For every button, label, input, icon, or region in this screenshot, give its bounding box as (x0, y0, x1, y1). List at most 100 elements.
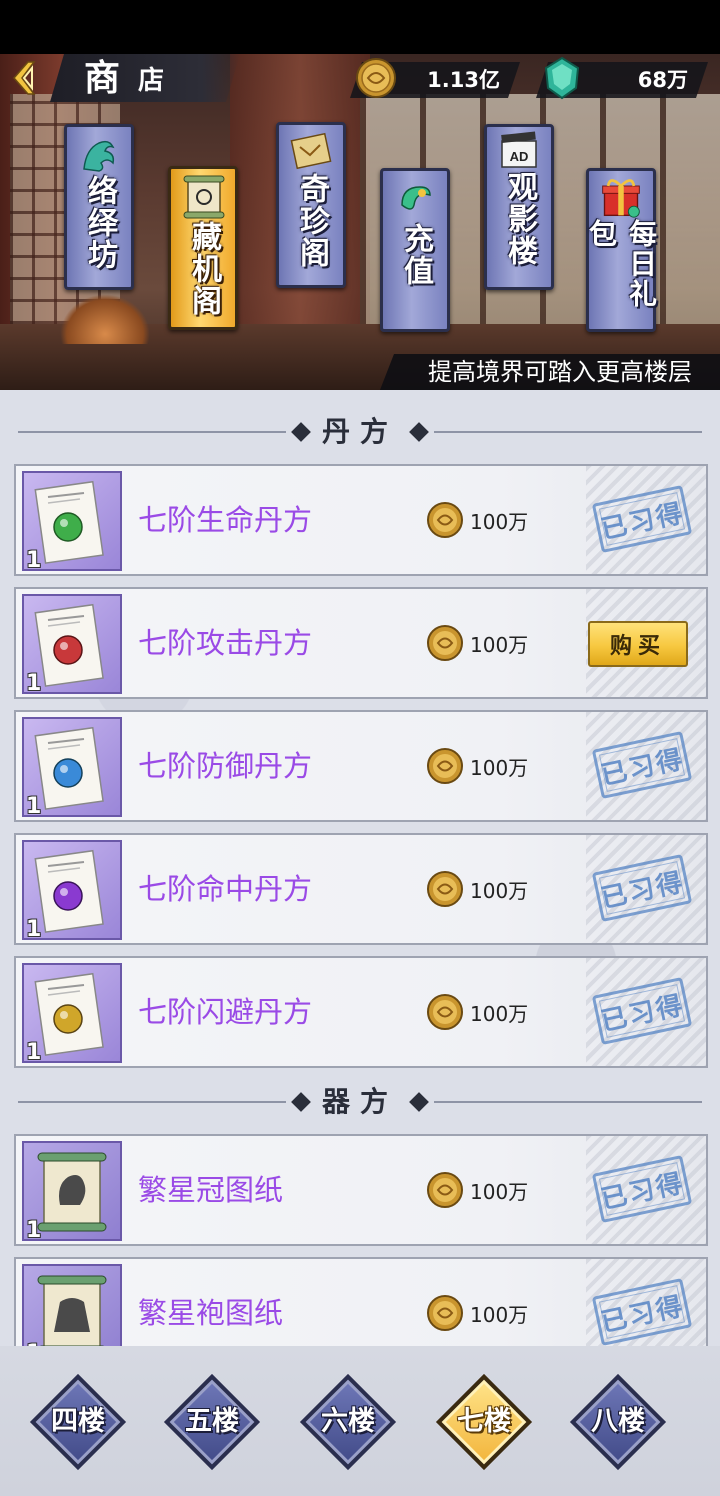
floor-label: 七楼 (457, 1406, 511, 1437)
shop-item-row[interactable]: 1 七阶闪避丹方 100万 已习得 (14, 956, 708, 1068)
gem-balance-value: 68万 (637, 68, 688, 92)
page-title: 商 店 (84, 60, 164, 98)
gold-coin-icon (427, 871, 463, 907)
shop-item-row[interactable]: 1 繁星袍图纸 100万 已习得 (14, 1257, 708, 1346)
floor-label: 八楼 (591, 1406, 645, 1437)
shop-item-row[interactable]: 1 七阶命中丹方 100万 已习得 (14, 833, 708, 945)
shop-tab-guanyinglou[interactable]: AD 观影楼 (484, 124, 554, 290)
shop-item-row[interactable]: 1 七阶防御丹方 100万 已习得 (14, 710, 708, 822)
shop-tab-recharge[interactable]: 充值 (380, 168, 450, 332)
shop-tab-label: 观影楼 (502, 171, 537, 267)
item-name: 繁星袍图纸 (138, 1296, 284, 1330)
section-header-danfang: 丹方 (18, 412, 702, 452)
floor-button-8[interactable]: 八楼 (569, 1373, 667, 1471)
floor-label: 五楼 (185, 1406, 239, 1437)
shop-item-row[interactable]: 1 七阶攻击丹方 100万 购买 (14, 587, 708, 699)
item-price: 100万 (426, 589, 528, 697)
learned-stamp: 已习得 (591, 1277, 693, 1346)
shop-item-list[interactable]: 丹方 1 七阶生命丹方 100万 已习得 1 七阶攻击丹方 100万 购买 1 … (0, 390, 720, 1346)
gold-coin-icon (356, 58, 396, 98)
floor-label: 四楼 (51, 1406, 105, 1437)
item-price-value: 100万 (470, 509, 529, 534)
item-name: 繁星冠图纸 (138, 1173, 284, 1207)
shop-item-row[interactable]: 1 繁星冠图纸 100万 已习得 (14, 1134, 708, 1246)
item-name: 七阶命中丹方 (138, 872, 313, 906)
item-quantity: 1 (26, 1040, 42, 1065)
svg-text:AD: AD (510, 149, 529, 164)
gold-coin-icon (427, 502, 463, 538)
item-price-value: 100万 (470, 1302, 529, 1327)
status-bar (0, 0, 720, 54)
gift-box-icon (602, 179, 640, 218)
floor-nav: 四楼 五楼 六楼 七楼 八楼 (0, 1346, 720, 1496)
item-price-value: 100万 (470, 1001, 529, 1026)
item-price: 100万 (426, 1136, 528, 1244)
gold-coin-icon (427, 625, 463, 661)
item-icon-frame: 1 (22, 1141, 122, 1243)
gold-coin-icon (427, 748, 463, 784)
item-quantity: 1 (26, 794, 42, 819)
item-name: 七阶生命丹方 (138, 503, 313, 537)
item-price: 100万 (426, 712, 528, 820)
learned-stamp: 已习得 (591, 1154, 693, 1224)
item-price-value: 100万 (470, 878, 529, 903)
shop-tab-label: 络绎坊 (82, 175, 117, 271)
gold-coin-icon (427, 1295, 463, 1331)
jade-gem-icon (544, 56, 580, 100)
scroll-icon (183, 175, 225, 219)
item-icon-frame: 1 (22, 717, 122, 819)
item-quantity: 1 (26, 917, 42, 942)
floor-hint-text: 提高境界可踏入更高楼层 (428, 358, 692, 386)
floor-button-4[interactable]: 四楼 (29, 1373, 127, 1471)
item-quantity: 1 (26, 1341, 41, 1346)
gold-coin-icon (427, 1172, 463, 1208)
page-title-char-1: 商 (84, 58, 121, 99)
item-price-value: 100万 (470, 632, 529, 657)
item-price-value: 100万 (470, 1179, 529, 1204)
floor-button-6[interactable]: 六楼 (299, 1373, 397, 1471)
item-icon-frame: 1 (22, 594, 122, 696)
shop-tab-daily-gift[interactable]: 每日礼包 (585, 168, 658, 332)
item-quantity: 1 (26, 548, 42, 573)
item-price: 100万 (426, 958, 528, 1066)
buy-button[interactable]: 购买 (588, 621, 688, 667)
item-name: 七阶防御丹方 (138, 749, 313, 783)
shop-tab-luoyifang[interactable]: 络绎坊 (64, 124, 134, 290)
shop-tab-label: 奇珍阁 (294, 173, 329, 269)
item-icon-frame: 1 (22, 840, 122, 942)
learned-stamp: 已习得 (591, 484, 693, 554)
blueprint-scroll-icon (37, 1275, 107, 1346)
shop-tab-zangjige[interactable]: 藏机阁 (168, 166, 238, 330)
item-name: 七阶闪避丹方 (138, 995, 313, 1029)
learned-stamp: 已习得 (591, 853, 693, 923)
item-icon-frame: 1 (22, 963, 122, 1065)
jade-pendant-icon (401, 186, 431, 210)
jade-dragon-icon (83, 140, 115, 172)
shop-tab-label: 藏机阁 (186, 221, 221, 317)
item-quantity: 1 (26, 1218, 42, 1243)
page-title-char-2: 店 (138, 66, 165, 96)
item-price: 100万 (426, 835, 528, 943)
shop-item-row[interactable]: 1 七阶生命丹方 100万 已习得 (14, 464, 708, 576)
floor-button-5[interactable]: 五楼 (163, 1373, 261, 1471)
item-price-value: 100万 (470, 755, 529, 780)
item-name: 七阶攻击丹方 (138, 626, 313, 660)
item-icon-frame: 1 (22, 1264, 122, 1346)
item-icon-frame: 1 (22, 471, 122, 573)
treasure-map-icon (290, 132, 332, 170)
item-quantity: 1 (26, 671, 42, 696)
learned-stamp: 已习得 (591, 730, 693, 800)
back-button[interactable] (4, 54, 44, 102)
shop-tab-label: 每日礼包 (585, 219, 658, 309)
floor-button-7[interactable]: 七楼 (435, 1373, 533, 1471)
ad-clapperboard-icon: AD (501, 131, 537, 168)
item-price: 100万 (426, 466, 528, 574)
shop-tab-label: 充值 (398, 223, 433, 287)
back-arrow-icon (13, 61, 36, 95)
item-price: 100万 (426, 1259, 528, 1346)
shop-tab-qizhenge[interactable]: 奇珍阁 (276, 122, 346, 288)
floor-label: 六楼 (321, 1406, 375, 1437)
section-header-qifang: 器方 (18, 1082, 702, 1122)
floor-hint-plate: 提高境界可踏入更高楼层 (380, 354, 720, 390)
coin-balance-value: 1.13亿 (427, 68, 500, 92)
